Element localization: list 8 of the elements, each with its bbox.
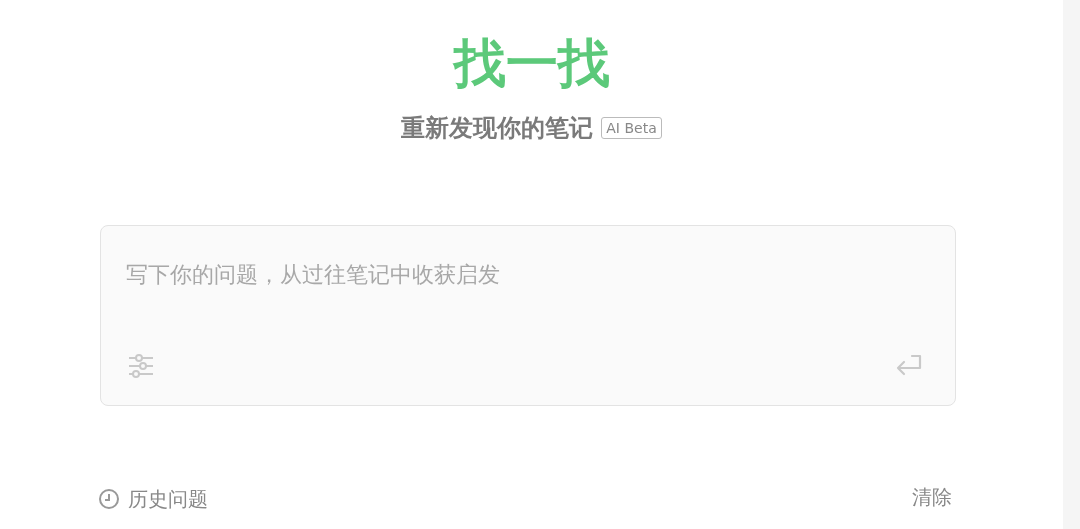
- history-link[interactable]: 历史问题: [128, 484, 208, 514]
- question-field[interactable]: 写下你的问题，从过往笔记中收获启发: [126, 258, 906, 291]
- page-title: 找一找: [453, 32, 610, 95]
- clear-button[interactable]: 清除: [912, 482, 952, 512]
- sliders-icon[interactable]: [128, 353, 154, 379]
- subtitle: 重新发现你的笔记: [401, 113, 594, 144]
- beta-badge: AI Beta: [601, 117, 662, 139]
- clock-icon: [98, 488, 120, 510]
